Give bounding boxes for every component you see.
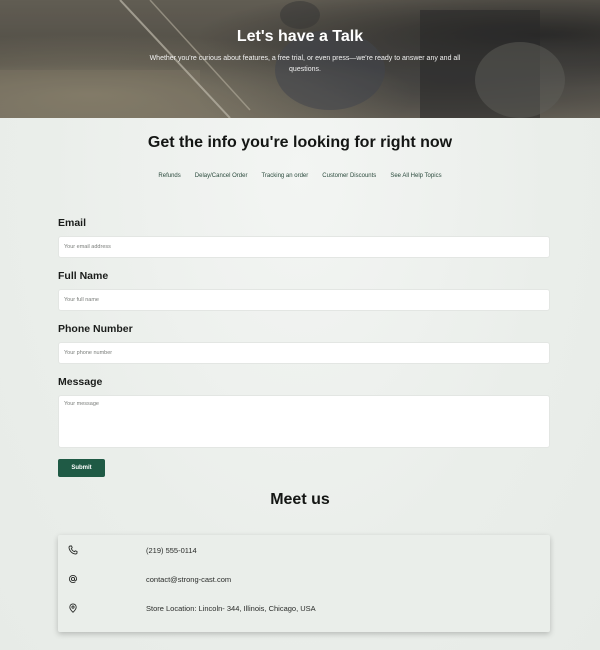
contact-row-phone: (219) 555-0114	[58, 543, 550, 559]
phone-field[interactable]	[58, 342, 550, 364]
full-name-label: Full Name	[58, 270, 109, 282]
at-icon	[68, 574, 78, 584]
location-pin-icon	[69, 603, 77, 613]
help-topics-nav: Refunds Delay/Cancel Order Tracking an o…	[0, 173, 600, 179]
contact-row-email: contact@strong-cast.com	[58, 572, 550, 588]
topic-link-refunds[interactable]: Refunds	[158, 173, 180, 179]
message-label: Message	[58, 376, 103, 388]
hero-banner: Let's have a Talk Whether you're curious…	[0, 0, 600, 118]
contact-location-text: Store Location: Lincoln- 344, Illinois, …	[146, 604, 316, 613]
full-name-field[interactable]	[58, 289, 550, 311]
info-section-title: Get the info you're looking for right no…	[147, 134, 453, 151]
phone-icon	[68, 545, 78, 555]
topic-link-tracking-order[interactable]: Tracking an order	[261, 173, 308, 179]
contact-row-location: Store Location: Lincoln- 344, Illinois, …	[58, 601, 550, 617]
contact-card: (219) 555-0114 contact@strong-cast.com S…	[58, 535, 550, 632]
topic-link-customer-discounts[interactable]: Customer Discounts	[322, 173, 376, 179]
meet-us-title: Meet us	[270, 491, 330, 508]
topic-link-delay-cancel-order[interactable]: Delay/Cancel Order	[195, 173, 248, 179]
contact-email-text: contact@strong-cast.com	[146, 575, 232, 584]
email-field[interactable]	[58, 236, 550, 258]
contact-phone-text: (219) 555-0114	[146, 546, 197, 555]
phone-label: Phone Number	[58, 323, 133, 335]
hero-title: Let's have a Talk	[236, 28, 364, 45]
topic-link-all-help-topics[interactable]: See All Help Topics	[390, 173, 441, 179]
message-field[interactable]	[58, 395, 550, 448]
submit-button[interactable]: Submit	[58, 459, 105, 477]
email-label: Email	[58, 217, 87, 229]
hero-subtitle: Whether you're curious about features, a…	[149, 55, 461, 73]
